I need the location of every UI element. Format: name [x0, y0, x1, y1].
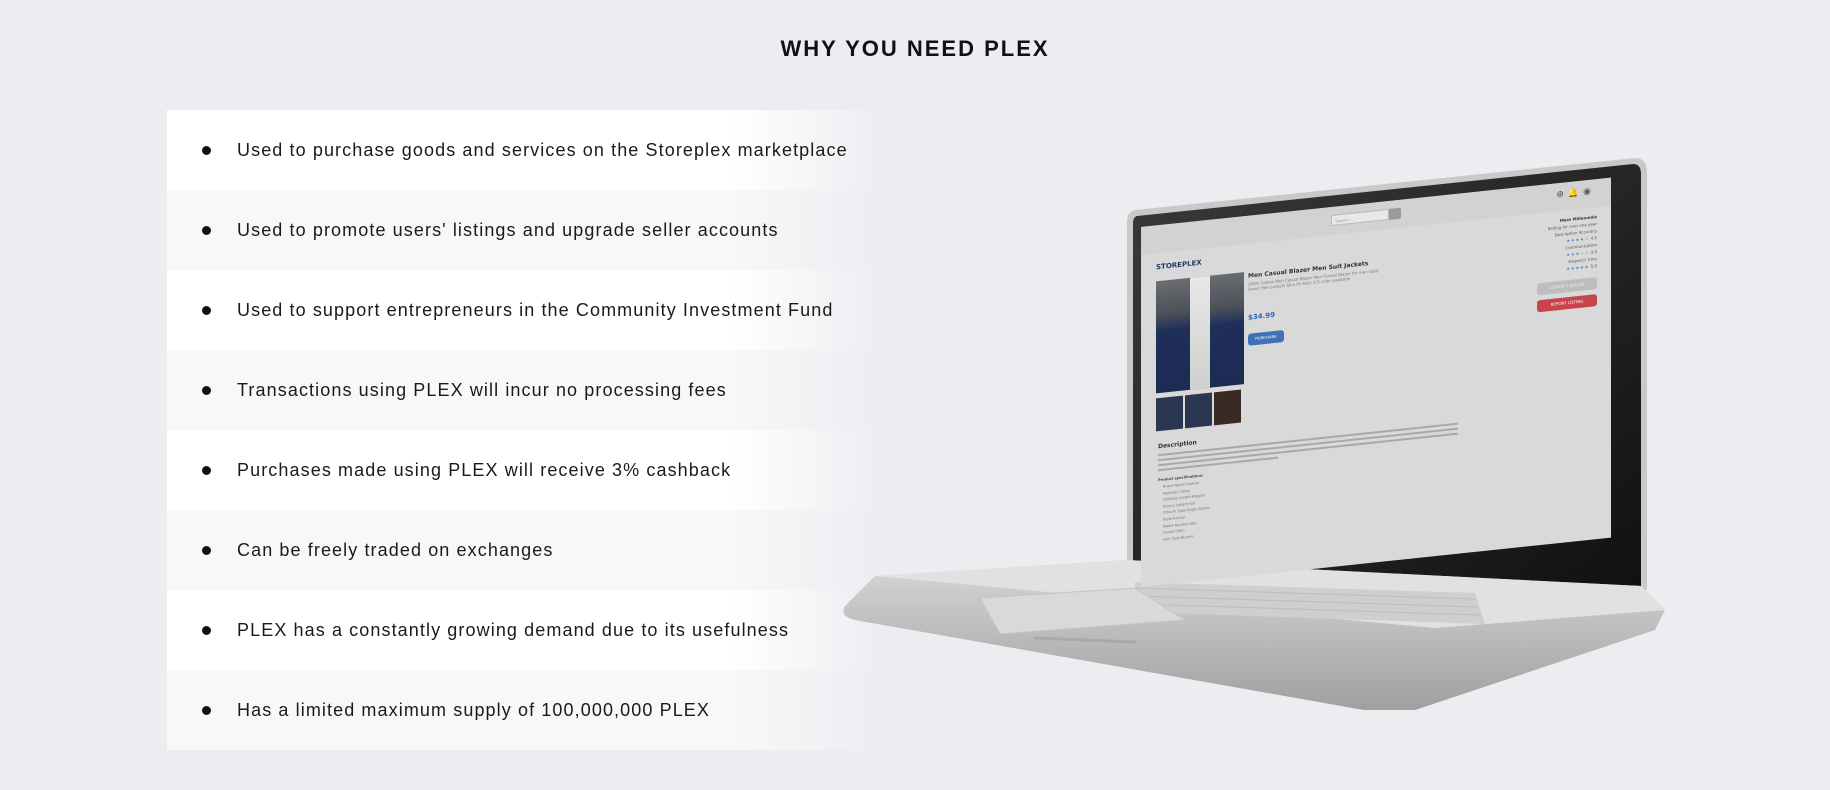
- list-item-text: PLEX has a constantly growing demand due…: [237, 619, 790, 640]
- list-item: Used to support entrepreneurs in the Com…: [167, 270, 887, 350]
- specs-list: Brand Name:Hudson Material:Cotton Clothi…: [1163, 479, 1210, 543]
- list-item: Transactions using PLEX will incur no pr…: [167, 350, 887, 430]
- list-item: Purchases made using PLEX will receive 3…: [167, 430, 887, 510]
- thumbnail: [1156, 395, 1183, 432]
- bullet-icon: [202, 465, 211, 475]
- bullet-icon: [202, 385, 211, 395]
- search-icon: [1389, 207, 1401, 220]
- thumbnail: [1214, 389, 1241, 426]
- rating-value: 4.5: [1590, 235, 1597, 241]
- product-thumbnails: [1156, 389, 1243, 435]
- bullet-icon: [202, 145, 211, 155]
- bullet-icon: [202, 545, 211, 555]
- star-icon: ★★★★★: [1566, 263, 1590, 272]
- list-item-text: Transactions using PLEX will incur no pr…: [237, 379, 727, 400]
- contact-seller-button: CONTACT SELLER: [1537, 277, 1597, 296]
- benefits-list: Used to purchase goods and services on t…: [167, 110, 887, 750]
- bullet-icon: [202, 225, 211, 235]
- list-item: Can be freely traded on exchanges: [167, 510, 887, 590]
- bullet-icon: [202, 625, 211, 635]
- laptop-screen: Search... ⊕🔔◉ STOREPLEX Men Casual Blaze…: [1141, 177, 1611, 587]
- page-title: WHY YOU NEED PLEX: [780, 36, 1050, 61]
- list-item: PLEX has a constantly growing demand due…: [167, 590, 887, 670]
- description-heading: Description: [1158, 439, 1197, 451]
- list-item: Used to purchase goods and services on t…: [167, 110, 887, 190]
- report-listing-button: REPORT LISTING: [1537, 294, 1597, 313]
- purchase-button: PURCHASE: [1248, 329, 1284, 346]
- thumbnail: [1185, 392, 1212, 429]
- list-item: Used to promote users' listings and upgr…: [167, 190, 887, 270]
- rating-value: 3.0: [1590, 249, 1597, 255]
- list-item-text: Used to purchase goods and services on t…: [237, 139, 848, 160]
- list-item: Has a limited maximum supply of 100,000,…: [167, 670, 887, 750]
- bullet-icon: [202, 705, 211, 715]
- seller-panel: Mass Millennials Selling for over one ye…: [1537, 213, 1597, 313]
- list-item-text: Has a limited maximum supply of 100,000,…: [237, 699, 711, 720]
- list-item-text: Used to support entrepreneurs in the Com…: [237, 299, 834, 320]
- list-item-text: Used to promote users' listings and upgr…: [237, 219, 779, 240]
- list-item-text: Can be freely traded on exchanges: [237, 539, 554, 560]
- list-item-text: Purchases made using PLEX will receive 3…: [237, 459, 732, 480]
- storeplex-logo: STOREPLEX: [1156, 258, 1202, 272]
- rating-value: 5.0: [1590, 263, 1597, 269]
- product-image: [1156, 272, 1244, 394]
- bullet-icon: [202, 305, 211, 315]
- product-price: $34.99: [1248, 310, 1276, 322]
- laptop-image: Search... ⊕🔔◉ STOREPLEX Men Casual Blaze…: [835, 150, 1665, 710]
- description-text-line: [1158, 427, 1458, 462]
